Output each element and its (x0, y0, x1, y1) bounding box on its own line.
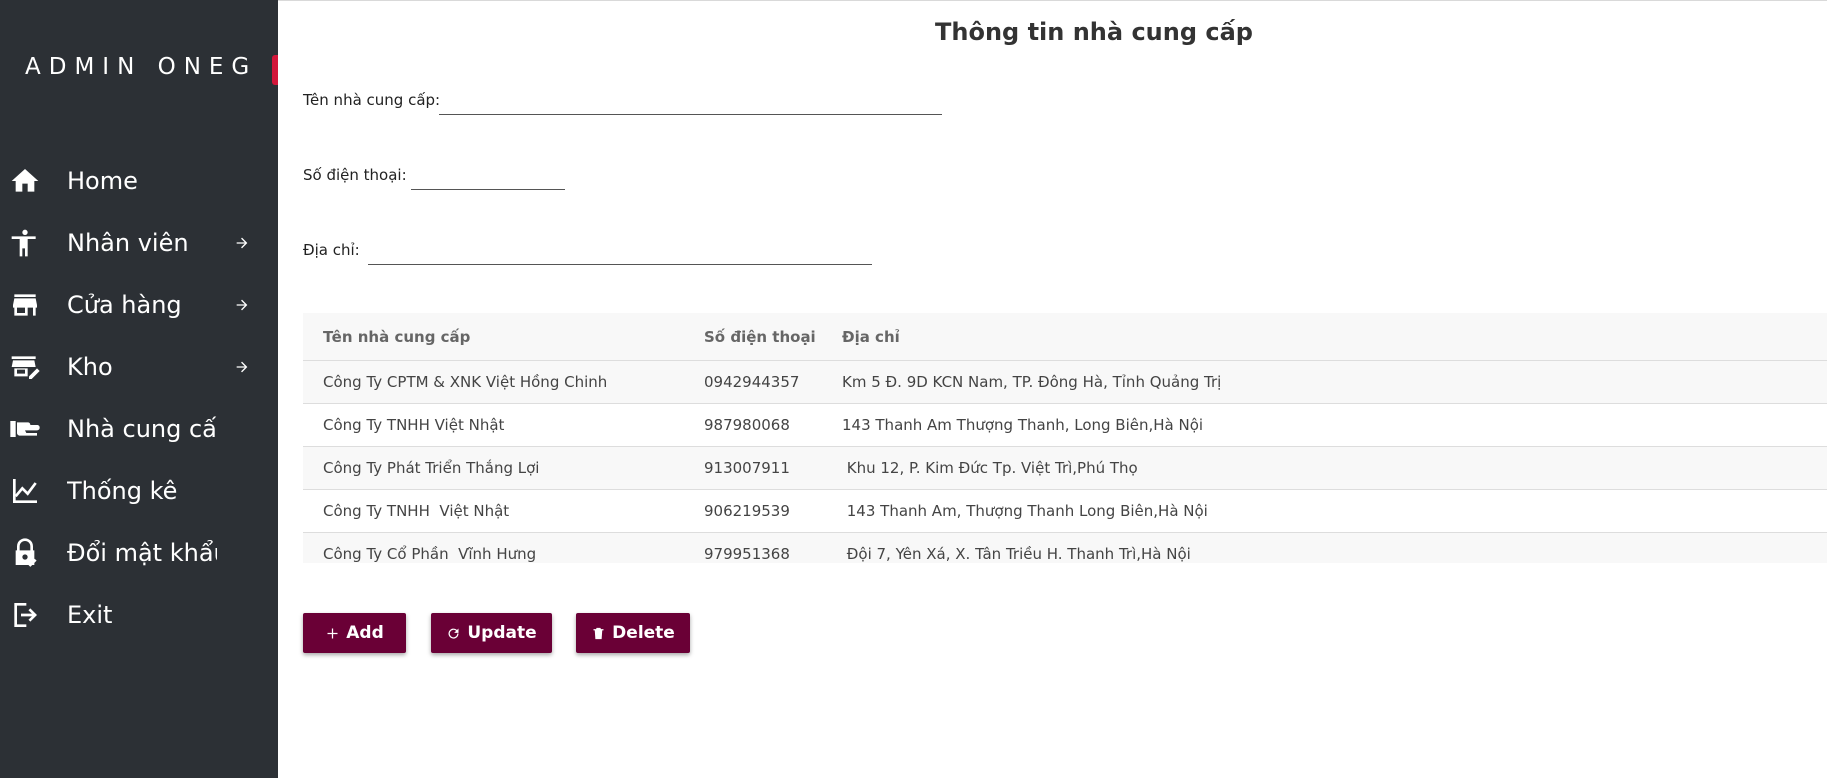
cell-name: Công Ty CPTM & XNK Việt Hồng Chinh (303, 360, 704, 404)
sidebar-item-label: Cửa hàng (67, 291, 182, 319)
cell-name: Công Ty Cổ Phần Vĩnh Hưng (303, 532, 704, 563)
column-header-address[interactable]: Địa chỉ (842, 313, 1827, 361)
cell-name: Công Ty TNHH Việt Nhật (303, 489, 704, 533)
chart-icon (7, 473, 43, 509)
home-icon (7, 163, 43, 199)
table-header-row: Tên nhà cung cấp Số điện thoại Địa chỉ (303, 313, 1827, 361)
sidebar-item-label: Nhà cung cấp (67, 415, 217, 443)
cell-phone: 987980068 (704, 403, 842, 447)
sidebar-item-kho[interactable]: Kho (0, 342, 278, 392)
address-input[interactable] (368, 240, 872, 265)
cell-phone: 979951368 (704, 532, 842, 563)
add-button[interactable]: Add (303, 613, 406, 653)
trash-icon (593, 627, 604, 639)
sidebar-item-cua-hang[interactable]: Cửa hàng (0, 280, 278, 330)
sidebar-item-thong-ke[interactable]: Thống kê (0, 466, 278, 516)
cell-address: Đội 7, Yên Xá, X. Tân Triều H. Thanh Trì… (842, 532, 1827, 563)
phone-label: Số điện thoại: (303, 166, 407, 184)
update-button-label: Update (467, 623, 537, 643)
store-icon (7, 287, 43, 323)
arrow-right-icon (236, 361, 248, 373)
sidebar-item-label: Nhân viên (67, 229, 189, 257)
table-row[interactable]: Công Ty TNHH Việt Nhật 987980068 143 Tha… (303, 403, 1827, 447)
update-button[interactable]: Update (431, 613, 552, 653)
cell-phone: 913007911 (704, 446, 842, 490)
sidebar-item-label: Home (67, 167, 138, 195)
supplier-name-input[interactable] (439, 90, 942, 115)
arrow-right-icon (236, 237, 248, 249)
refresh-icon (448, 628, 459, 639)
sidebar-item-nha-cung-cap[interactable]: Nhà cung cấp (0, 404, 278, 454)
cell-address: Km 5 Đ. 9D KCN Nam, TP. Đông Hà, Tỉnh Qu… (842, 360, 1827, 404)
add-button-label: Add (346, 623, 384, 643)
person-icon (7, 225, 43, 261)
page-title: Thông tin nhà cung cấp (935, 18, 1253, 46)
address-label: Địa chỉ: (303, 241, 360, 259)
brand-accent-mark (272, 55, 278, 85)
table-row[interactable]: Công Ty Cổ Phần Vĩnh Hưng 979951368 Đội … (303, 532, 1827, 563)
brand-logo-text: ADMIN ONEG (25, 54, 258, 80)
delete-button[interactable]: Delete (576, 613, 690, 653)
lock-icon (7, 535, 43, 571)
plus-icon (327, 628, 338, 638)
column-header-name[interactable]: Tên nhà cung cấp (303, 313, 704, 361)
top-divider (278, 0, 1827, 1)
cell-phone: 0942944357 (704, 360, 842, 404)
sidebar-item-label: Đổi mật khẩu (67, 539, 217, 567)
sidebar-item-doi-mat-khau[interactable]: Đổi mật khẩu (0, 528, 278, 578)
exit-icon (7, 597, 43, 633)
phone-input[interactable] (411, 165, 565, 190)
sidebar-item-nhan-vien[interactable]: Nhân viên (0, 218, 278, 268)
supplier-name-label: Tên nhà cung cấp: (303, 91, 441, 109)
arrow-right-icon (236, 299, 248, 311)
column-header-phone[interactable]: Số điện thoại (704, 313, 842, 361)
cell-phone: 906219539 (704, 489, 842, 533)
cell-name: Công Ty Phát Triển Thắng Lợi (303, 446, 704, 490)
sidebar-item-label: Exit (67, 601, 113, 629)
cell-address: 143 Thanh Am Thượng Thanh, Long Biên,Hà … (842, 403, 1827, 447)
cell-address: 143 Thanh Am, Thượng Thanh Long Biên,Hà … (842, 489, 1827, 533)
sidebar-item-home[interactable]: Home (0, 156, 278, 206)
sidebar: ADMIN ONEG Home Nhân viên Cửa hàng Kho N… (0, 0, 278, 778)
table-row[interactable]: Công Ty Phát Triển Thắng Lợi 913007911 K… (303, 446, 1827, 490)
table-row[interactable]: Công Ty CPTM & XNK Việt Hồng Chinh 09429… (303, 360, 1827, 404)
hand-icon (7, 411, 43, 447)
table-row[interactable]: Công Ty TNHH Việt Nhật 906219539 143 Tha… (303, 489, 1827, 533)
cell-address: Khu 12, P. Kim Đức Tp. Việt Trì,Phú Thọ (842, 446, 1827, 490)
cell-name: Công Ty TNHH Việt Nhật (303, 403, 704, 447)
sidebar-item-label: Kho (67, 353, 113, 381)
delete-button-label: Delete (612, 623, 675, 643)
warehouse-icon (7, 349, 43, 385)
sidebar-item-exit[interactable]: Exit (0, 590, 278, 640)
supplier-table[interactable]: Tên nhà cung cấp Số điện thoại Địa chỉ C… (303, 313, 1827, 563)
sidebar-item-label: Thống kê (67, 477, 178, 505)
